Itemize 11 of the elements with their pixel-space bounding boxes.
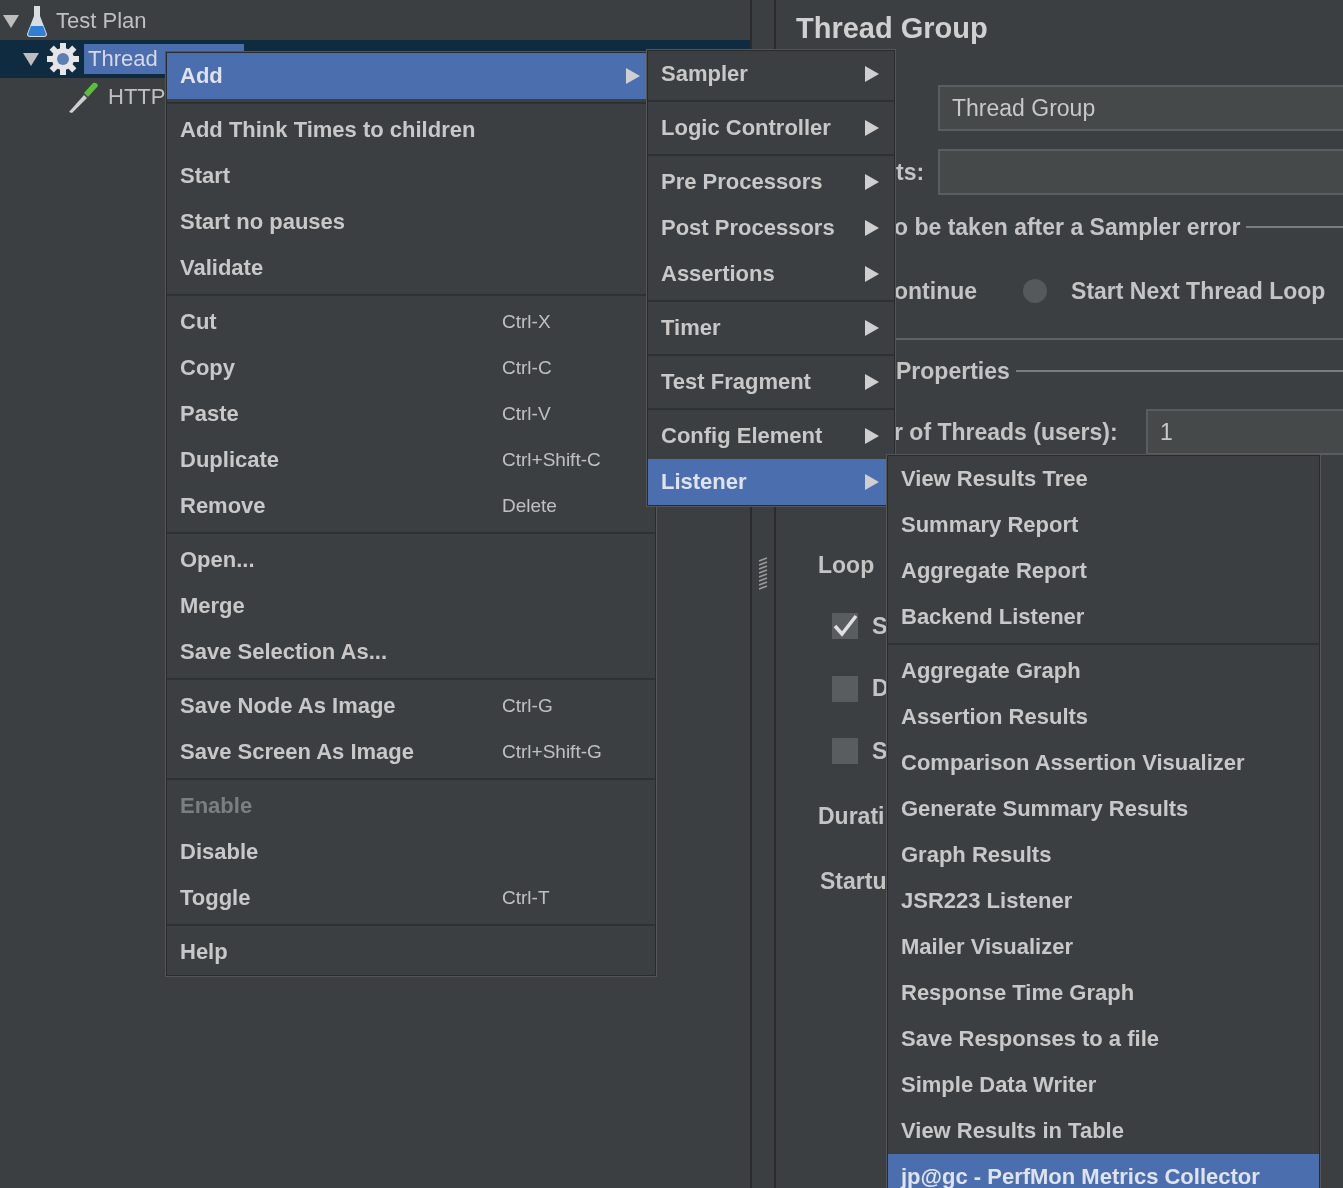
radio-label: Start Next Thread Loop	[1071, 277, 1326, 305]
section-title: Properties	[896, 357, 1010, 385]
panel-title: Thread Group	[796, 12, 988, 44]
checkbox-label: S	[872, 737, 888, 765]
radio-label: ontinue	[894, 277, 978, 305]
checkbox-label: S	[872, 612, 888, 640]
field-label: Loop	[818, 551, 875, 579]
field-label: ts:	[896, 158, 926, 186]
field-label: Startu	[820, 868, 887, 895]
field-label: r of Threads (users):	[894, 418, 1119, 447]
field-label: Durati	[818, 803, 885, 830]
